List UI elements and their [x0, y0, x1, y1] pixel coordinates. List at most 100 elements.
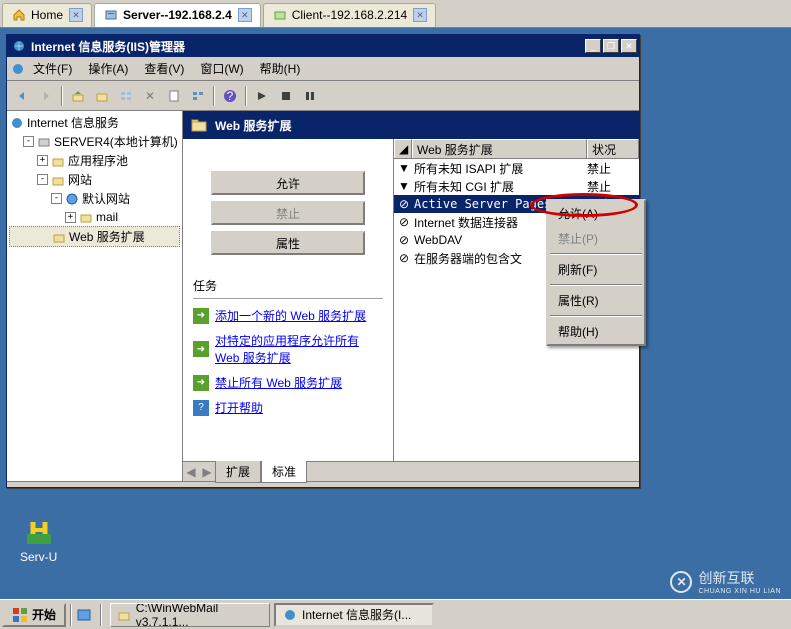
server-icon [36, 134, 52, 150]
views-button[interactable] [115, 85, 137, 107]
col-extension[interactable]: Web 服务扩展 [412, 139, 587, 158]
iis-icon [9, 115, 25, 131]
tree-root[interactable]: Internet 信息服务 [9, 113, 180, 132]
menu-file[interactable]: 文件(F) [25, 58, 80, 79]
filter-icon: ▼ [396, 179, 412, 193]
watermark-icon: ✕ [670, 571, 692, 593]
windows-icon [12, 607, 28, 623]
play-button[interactable] [251, 85, 273, 107]
chevron-right-icon[interactable]: ▶ [199, 465, 215, 479]
delete-button[interactable]: ✕ [139, 85, 161, 107]
tree-app-pool[interactable]: + 应用程序池 [9, 151, 180, 170]
minimize-button[interactable]: _ [585, 39, 601, 53]
detail-pane: Web 服务扩展 允许 禁止 属性 任务 ➜ 添加一个新的 Web 服务扩展 [183, 111, 639, 481]
arrow-icon: ➜ [193, 308, 209, 324]
expand-icon[interactable]: + [65, 212, 76, 223]
taskbar-winwebmail[interactable]: C:\WinWebMail v3.7.1.1... [110, 603, 270, 627]
task-deny-all[interactable]: ➜ 禁止所有 Web 服务扩展 [193, 374, 383, 391]
block-icon: ⊘ [396, 251, 412, 265]
detail-title: Web 服务扩展 [215, 117, 291, 134]
ctx-allow[interactable]: 允许(A) [548, 201, 644, 226]
menu-view[interactable]: 查看(V) [136, 58, 192, 79]
separator [550, 284, 642, 286]
list-row[interactable]: ▼ 所有未知 ISAPI 扩展 禁止 [394, 159, 639, 177]
maximize-button[interactable]: ❐ [603, 39, 619, 53]
menu-action[interactable]: 操作(A) [80, 58, 136, 79]
deny-button[interactable]: 禁止 [211, 201, 365, 225]
tree-server[interactable]: - SERVER4(本地计算机) [9, 132, 180, 151]
close-icon[interactable]: ✕ [69, 8, 83, 22]
taskbar-iis[interactable]: Internet 信息服务(I... [274, 603, 434, 627]
extensions-list: ◢ Web 服务扩展 状况 ▼ 所有未知 ISAPI 扩展 禁止 ▼ 所有未知 … [393, 139, 639, 461]
help-button[interactable]: ? [219, 85, 241, 107]
browser-tab-server[interactable]: Server--192.168.2.4 ✕ [94, 3, 261, 27]
tab-extensions[interactable]: 扩展 [215, 461, 261, 483]
allow-button[interactable]: 允许 [211, 171, 365, 195]
menu-help[interactable]: 帮助(H) [252, 58, 309, 79]
folder-icon [189, 115, 209, 135]
content-area: Internet 信息服务 - SERVER4(本地计算机) + 应用程序池 -… [7, 111, 639, 481]
menu-bar: 文件(F) 操作(A) 查看(V) 窗口(W) 帮助(H) [7, 57, 639, 81]
server-icon [103, 7, 119, 23]
ctx-deny[interactable]: 禁止(P) [548, 226, 644, 251]
tree-web-ext[interactable]: Web 服务扩展 [9, 226, 180, 247]
window-buttons: _ ❐ ✕ [585, 39, 637, 53]
forward-button[interactable] [35, 85, 57, 107]
ctx-refresh[interactable]: 刷新(F) [548, 257, 644, 282]
desktop-icon-servu[interactable]: Serv-U [20, 516, 57, 564]
separator [70, 604, 72, 626]
close-icon[interactable]: ✕ [413, 8, 427, 22]
svg-text:?: ? [227, 89, 234, 103]
title-bar[interactable]: Internet 信息服务(IIS)管理器 _ ❐ ✕ [7, 35, 639, 57]
tab-standard[interactable]: 标准 [261, 461, 307, 483]
pause-button[interactable] [299, 85, 321, 107]
browser-tab-home[interactable]: Home ✕ [2, 3, 92, 27]
tree-pane[interactable]: Internet 信息服务 - SERVER4(本地计算机) + 应用程序池 -… [7, 111, 183, 481]
properties-button[interactable]: 属性 [211, 231, 365, 255]
back-button[interactable] [11, 85, 33, 107]
globe-icon [64, 191, 80, 207]
collapse-icon[interactable]: - [23, 136, 34, 147]
help-icon: ? [193, 400, 209, 416]
block-icon: ⊘ [396, 215, 412, 229]
stop-button[interactable] [275, 85, 297, 107]
menu-window[interactable]: 窗口(W) [192, 58, 251, 79]
app-icon [11, 38, 27, 54]
up-button[interactable] [67, 85, 89, 107]
refresh-button[interactable] [187, 85, 209, 107]
ctx-help[interactable]: 帮助(H) [548, 319, 644, 344]
separator [61, 86, 63, 106]
col-status[interactable]: 状况 [587, 139, 639, 158]
tree-sites[interactable]: - 网站 [9, 170, 180, 189]
browser-tab-client[interactable]: Client--192.168.2.214 ✕ [263, 3, 436, 27]
collapse-icon[interactable]: - [37, 174, 48, 185]
tab-label: Server--192.168.2.4 [123, 8, 232, 22]
start-button[interactable]: 开始 [2, 603, 66, 627]
ctx-props[interactable]: 属性(R) [548, 288, 644, 313]
separator [213, 86, 215, 106]
chevron-left-icon[interactable]: ◀ [183, 465, 199, 479]
task-help[interactable]: ? 打开帮助 [193, 399, 383, 416]
tree-default-site[interactable]: - 默认网站 [9, 189, 180, 208]
task-allow-all[interactable]: ➜ 对特定的应用程序允许所有Web 服务扩展 [193, 332, 383, 366]
block-icon: ⊘ [396, 197, 412, 211]
task-add-extension[interactable]: ➜ 添加一个新的 Web 服务扩展 [193, 307, 383, 324]
folder-icon [51, 229, 67, 245]
arrow-icon: ➜ [193, 341, 209, 357]
close-button[interactable]: ✕ [621, 39, 637, 53]
list-header: ◢ Web 服务扩展 状况 [394, 139, 639, 159]
tab-label: Client--192.168.2.214 [292, 8, 407, 22]
expand-icon[interactable]: + [37, 155, 48, 166]
show-desktop-icon[interactable] [76, 607, 92, 623]
tab-label: Home [31, 8, 63, 22]
iis-icon [282, 607, 298, 623]
close-icon[interactable]: ✕ [238, 8, 252, 22]
tree-mail[interactable]: + mail [9, 208, 180, 226]
properties-button[interactable] [163, 85, 185, 107]
folder-button[interactable] [91, 85, 113, 107]
folder-icon [117, 607, 132, 623]
col-icon[interactable]: ◢ [394, 139, 412, 158]
collapse-icon[interactable]: - [51, 193, 62, 204]
list-row[interactable]: ▼ 所有未知 CGI 扩展 禁止 [394, 177, 639, 195]
detail-left-col: 允许 禁止 属性 任务 ➜ 添加一个新的 Web 服务扩展 ➜ 对特定的应用程序… [183, 139, 393, 461]
